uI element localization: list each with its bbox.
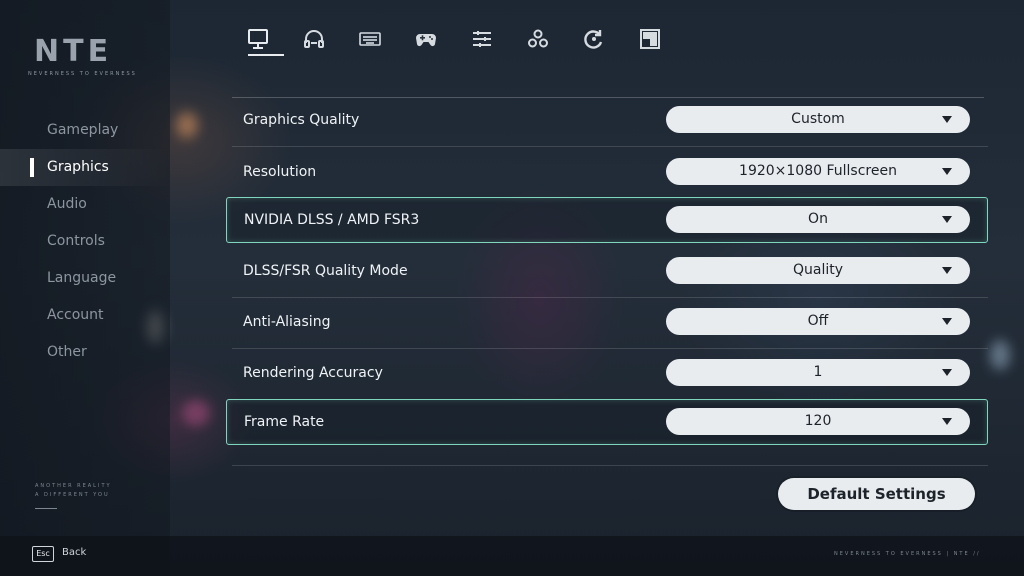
- resolution-dropdown[interactable]: 1920×1080 Fullscreen: [666, 158, 970, 185]
- tagline-line-1: ANOTHER REALITY: [35, 483, 112, 489]
- upscaler-dropdown[interactable]: On: [666, 206, 970, 233]
- setting-label: Graphics Quality: [243, 112, 360, 128]
- background-light: [990, 340, 1010, 370]
- setting-row-graphics-quality: Graphics Quality Custom: [226, 97, 988, 147]
- sidebar-item-audio[interactable]: Audio: [0, 186, 170, 223]
- sidebar-item-other[interactable]: Other: [0, 334, 170, 371]
- row-divider: [232, 465, 988, 466]
- sidebar-item-language[interactable]: Language: [0, 260, 170, 297]
- game-logo: NTE: [34, 34, 113, 69]
- tagline-line-2: A DIFFERENT YOU: [35, 492, 110, 498]
- tab-update[interactable]: [574, 22, 614, 56]
- setting-row-upscaler: NVIDIA DLSS / AMD FSR3 On: [226, 197, 988, 243]
- default-settings-button[interactable]: Default Settings: [778, 478, 975, 510]
- dropdown-value: 1920×1080 Fullscreen: [739, 163, 897, 179]
- dropdown-value: 1: [813, 364, 823, 380]
- dropdown-value: 120: [804, 413, 832, 429]
- caret-down-icon: [942, 318, 952, 325]
- gamepad-icon: [416, 34, 436, 47]
- tab-social[interactable]: [518, 22, 558, 56]
- back-button[interactable]: Back: [62, 546, 86, 560]
- background-light: [182, 400, 210, 426]
- setting-label: DLSS/FSR Quality Mode: [243, 263, 408, 279]
- row-divider: [232, 297, 988, 298]
- anti-aliasing-dropdown[interactable]: Off: [666, 308, 970, 335]
- setting-row-anti-aliasing: Anti-Aliasing Off: [226, 299, 988, 349]
- tab-layout[interactable]: [630, 22, 670, 56]
- tagline-divider: [35, 508, 57, 509]
- setting-label: NVIDIA DLSS / AMD FSR3: [244, 212, 420, 228]
- keyboard-icon: [359, 32, 381, 46]
- row-divider: [232, 348, 988, 349]
- dropdown-value: On: [808, 211, 828, 227]
- monitor-icon: [248, 29, 268, 49]
- caret-down-icon: [942, 369, 952, 376]
- setting-label: Rendering Accuracy: [243, 365, 383, 381]
- graphics-quality-dropdown[interactable]: Custom: [666, 106, 970, 133]
- quality-mode-dropdown[interactable]: Quality: [666, 257, 970, 284]
- esc-key-hint: Esc: [32, 546, 54, 562]
- tab-controller[interactable]: [406, 22, 446, 56]
- setting-label: Frame Rate: [244, 414, 325, 430]
- layout-icon: [640, 29, 660, 49]
- setting-row-resolution: Resolution 1920×1080 Fullscreen: [226, 149, 988, 195]
- sidebar: NTE NEVERNESS TO EVERNESS Gameplay Graph…: [0, 0, 170, 576]
- caret-down-icon: [942, 216, 952, 223]
- settings-nav: Gameplay Graphics Audio Controls Languag…: [0, 112, 170, 371]
- setting-row-rendering-accuracy: Rendering Accuracy 1: [226, 350, 988, 396]
- setting-row-quality-mode: DLSS/FSR Quality Mode Quality: [226, 248, 988, 298]
- caret-down-icon: [942, 116, 952, 123]
- caret-down-icon: [942, 168, 952, 175]
- tab-keyboard[interactable]: [350, 22, 390, 56]
- rendering-accuracy-dropdown[interactable]: 1: [666, 359, 970, 386]
- tagline: ANOTHER REALITY A DIFFERENT YOU: [35, 482, 112, 500]
- headphones-icon: [304, 30, 324, 48]
- category-tabs: [232, 22, 688, 58]
- sidebar-item-graphics[interactable]: Graphics: [0, 149, 170, 186]
- row-divider: [232, 146, 988, 147]
- dropdown-value: Quality: [792, 262, 844, 278]
- caret-down-icon: [942, 267, 952, 274]
- setting-label: Anti-Aliasing: [243, 314, 331, 330]
- sidebar-item-gameplay[interactable]: Gameplay: [0, 112, 170, 149]
- setting-row-frame-rate: Frame Rate 120: [226, 399, 988, 445]
- network-icon: [528, 29, 548, 48]
- tab-audio[interactable]: [294, 22, 334, 56]
- sidebar-item-account[interactable]: Account: [0, 297, 170, 334]
- frame-rate-dropdown[interactable]: 120: [666, 408, 970, 435]
- tab-display[interactable]: [238, 22, 284, 56]
- refresh-icon: [584, 30, 603, 49]
- footer-brand: NEVERNESS TO EVERNESS | NTE //: [834, 551, 981, 557]
- sidebar-item-controls[interactable]: Controls: [0, 223, 170, 260]
- dropdown-value: Custom: [791, 111, 845, 127]
- sliders-icon: [473, 31, 491, 47]
- dropdown-value: Off: [807, 313, 829, 329]
- logo-subtitle: NEVERNESS TO EVERNESS: [28, 71, 137, 77]
- caret-down-icon: [942, 418, 952, 425]
- setting-label: Resolution: [243, 164, 317, 180]
- tab-adjustments[interactable]: [462, 22, 502, 56]
- background-light: [176, 112, 198, 138]
